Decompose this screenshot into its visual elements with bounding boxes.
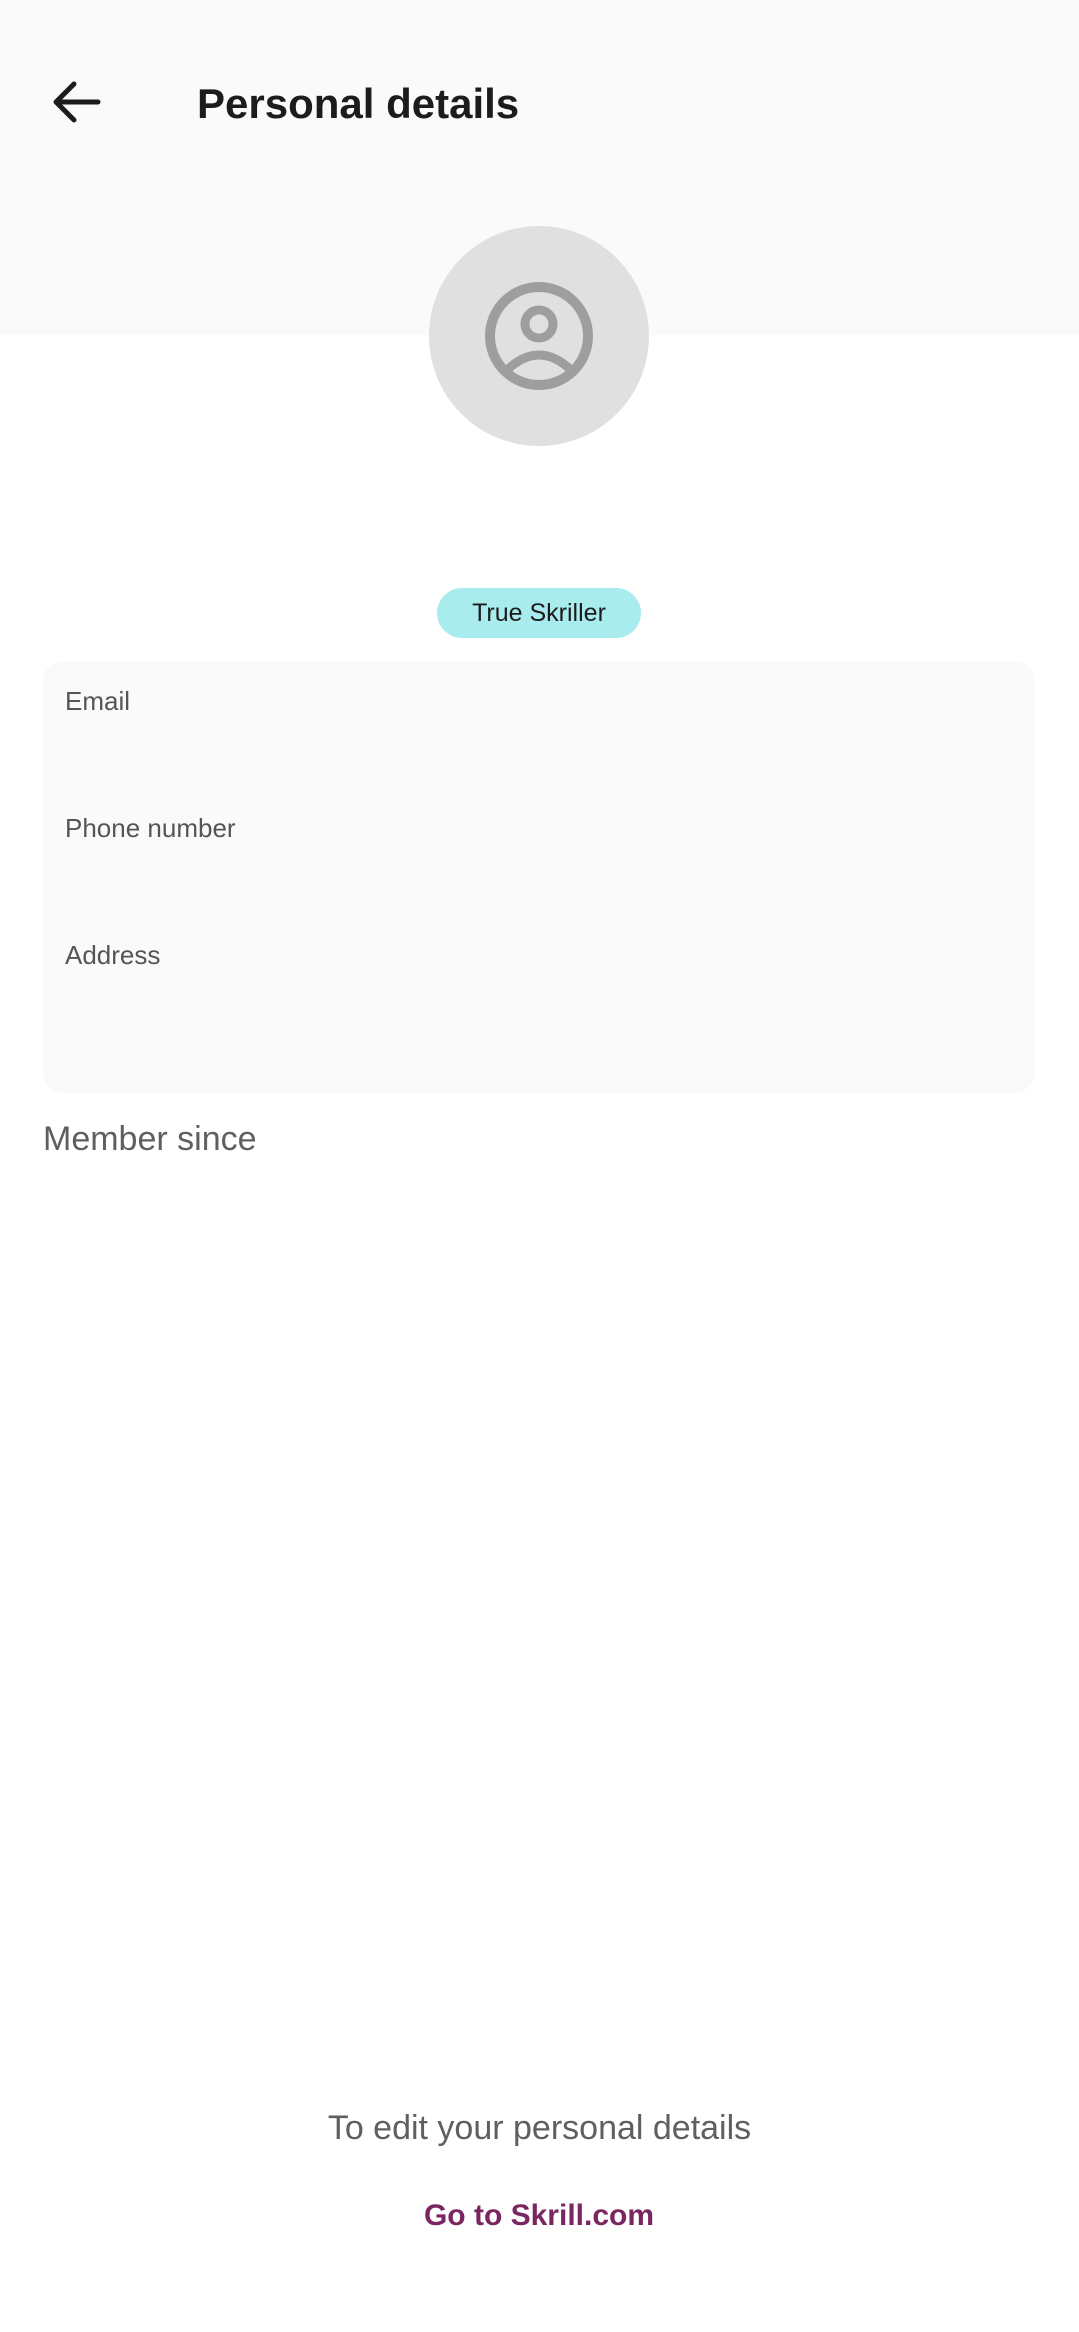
phone-number-label: Phone number <box>65 813 236 843</box>
address-label: Address <box>65 940 161 970</box>
go-to-skrill-link[interactable]: Go to Skrill.com <box>389 2196 689 2236</box>
member-since-label: Member since <box>43 1120 257 1158</box>
status-badge: True Skriller <box>437 588 641 638</box>
avatar[interactable] <box>429 226 649 446</box>
user-circle-icon <box>485 282 593 390</box>
page-title: Personal details <box>197 80 520 127</box>
email-label: Email <box>65 686 131 716</box>
arrow-left-icon <box>53 81 101 123</box>
edit-hint-text: To edit your personal details <box>327 2109 752 2147</box>
back-button[interactable] <box>40 66 112 138</box>
details-card: Email Phone number Address <box>43 661 1035 1093</box>
